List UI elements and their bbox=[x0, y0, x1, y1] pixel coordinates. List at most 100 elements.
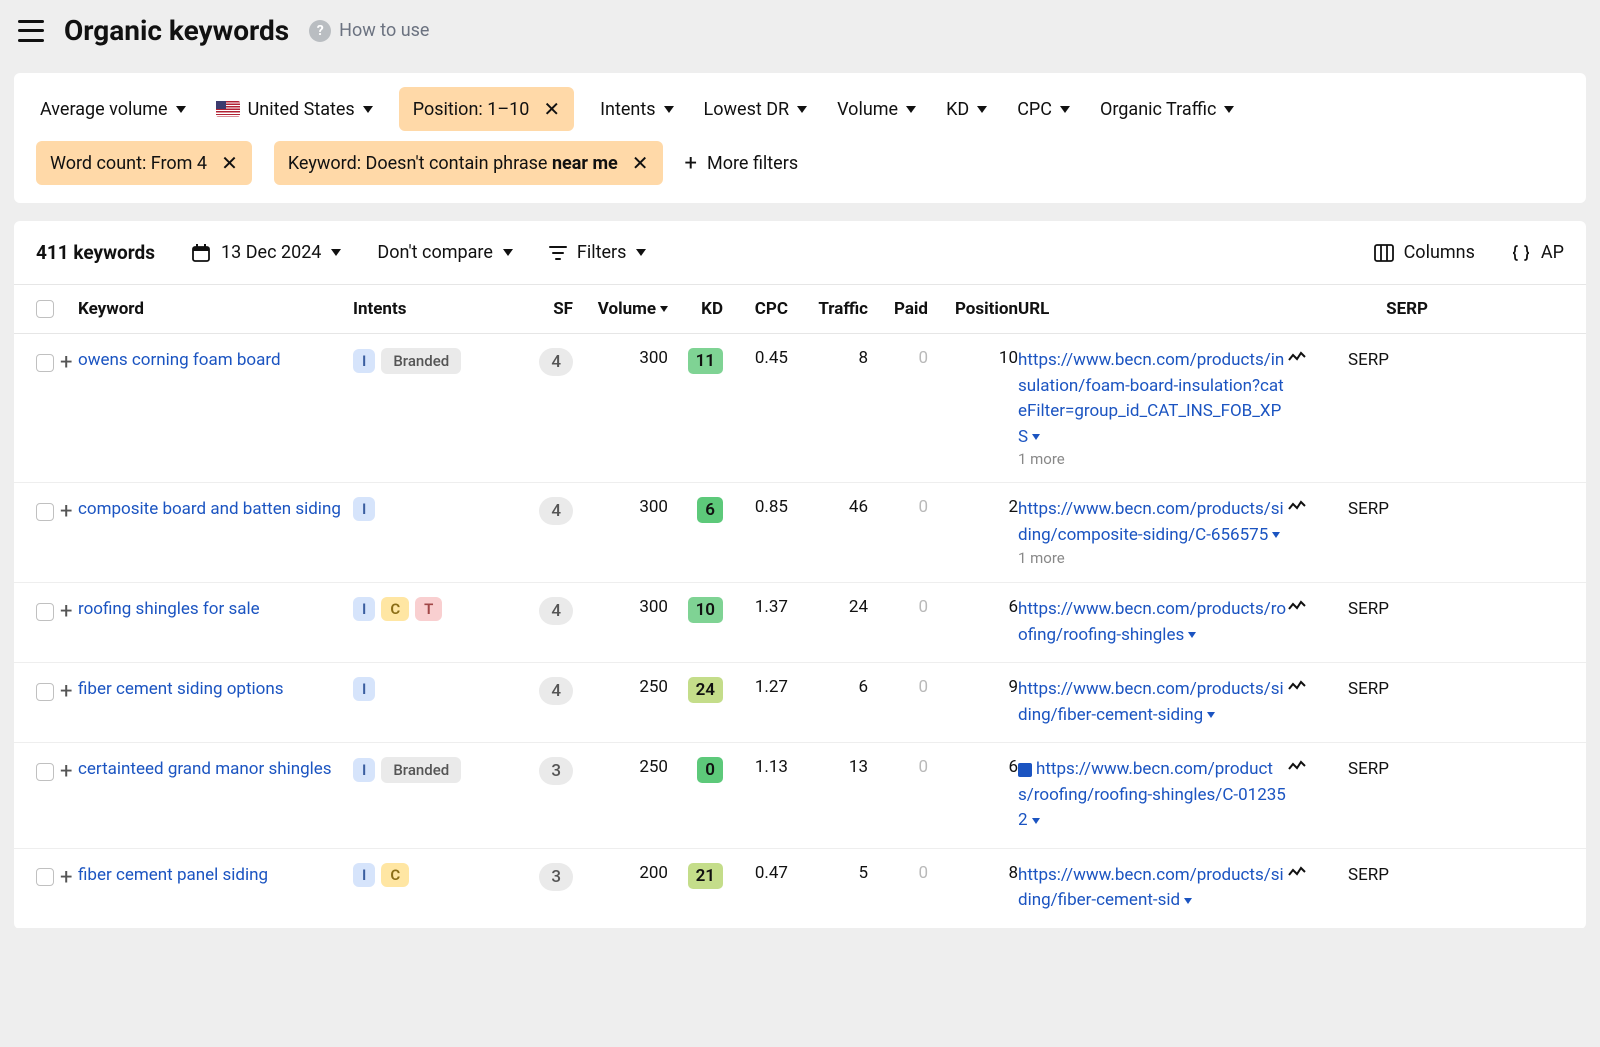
intent-badge-i: I bbox=[353, 597, 375, 621]
cpc-value: 0.85 bbox=[723, 497, 788, 517]
paid-value: 0 bbox=[868, 677, 928, 697]
filters-button[interactable]: Filters bbox=[549, 242, 647, 263]
expand-icon[interactable]: + bbox=[60, 865, 72, 890]
expand-icon[interactable]: + bbox=[60, 499, 72, 524]
table-row: + owens corning foam board IBranded 4 30… bbox=[14, 334, 1586, 483]
more-filters-button[interactable]: + More filters bbox=[685, 151, 799, 176]
trend-button[interactable] bbox=[1288, 677, 1348, 693]
kd-filter[interactable]: KD bbox=[942, 91, 991, 128]
url-cell: https://www.becn.com/products/siding/fib… bbox=[1018, 863, 1288, 914]
lowest-dr-filter[interactable]: Lowest DR bbox=[700, 91, 812, 128]
trend-button[interactable] bbox=[1288, 863, 1348, 879]
table-row: + fiber cement panel siding IC 3 200 21 … bbox=[14, 849, 1586, 929]
intents-filter[interactable]: Intents bbox=[596, 91, 677, 128]
close-icon[interactable]: ✕ bbox=[632, 151, 649, 175]
col-position[interactable]: Position bbox=[928, 299, 1018, 319]
row-checkbox[interactable] bbox=[36, 868, 54, 886]
expand-icon[interactable]: + bbox=[60, 679, 72, 704]
col-keyword[interactable]: Keyword bbox=[78, 299, 353, 319]
col-kd[interactable]: KD bbox=[668, 299, 723, 319]
columns-button[interactable]: Columns bbox=[1374, 242, 1475, 263]
close-icon[interactable]: ✕ bbox=[221, 151, 238, 175]
chevron-down-icon bbox=[176, 106, 186, 113]
branded-badge: Branded bbox=[381, 348, 461, 374]
keyword-link[interactable]: certainteed grand manor shingles bbox=[78, 759, 332, 779]
sf-badge: 4 bbox=[539, 348, 573, 376]
intents-cell: I bbox=[353, 677, 513, 701]
col-sf[interactable]: SF bbox=[513, 299, 573, 319]
keyword-link[interactable]: composite board and batten siding bbox=[78, 499, 341, 519]
flag-us-icon bbox=[216, 101, 240, 117]
url-link[interactable]: https://www.becn.com/products/insulation… bbox=[1018, 350, 1284, 447]
trend-button[interactable] bbox=[1288, 597, 1348, 613]
serp-button[interactable]: SERP bbox=[1348, 863, 1428, 885]
intents-cell: IBranded bbox=[353, 757, 513, 783]
url-dropdown-icon[interactable] bbox=[1272, 532, 1280, 538]
expand-icon[interactable]: + bbox=[60, 759, 72, 784]
url-dropdown-icon[interactable] bbox=[1032, 818, 1040, 824]
serp-button[interactable]: SERP bbox=[1348, 497, 1428, 519]
url-link[interactable]: https://www.becn.com/products/siding/fib… bbox=[1018, 679, 1284, 725]
url-more[interactable]: 1 more bbox=[1018, 450, 1288, 468]
row-checkbox[interactable] bbox=[36, 354, 54, 372]
trend-icon bbox=[1288, 350, 1306, 364]
date-picker[interactable]: 13 Dec 2024 bbox=[191, 242, 341, 263]
howto-link[interactable]: ? How to use bbox=[309, 20, 429, 42]
kd-badge: 21 bbox=[688, 863, 723, 889]
country-filter[interactable]: United States bbox=[212, 91, 377, 128]
volume-filter[interactable]: Volume bbox=[833, 91, 920, 128]
table-row: + roofing shingles for sale ICT 4 300 10… bbox=[14, 583, 1586, 663]
intent-badge-i: I bbox=[353, 497, 375, 521]
intents-cell: IBranded bbox=[353, 348, 513, 374]
traffic-value: 8 bbox=[788, 348, 868, 368]
col-intents[interactable]: Intents bbox=[353, 299, 513, 319]
col-volume[interactable]: Volume bbox=[573, 299, 668, 319]
url-dropdown-icon[interactable] bbox=[1032, 434, 1040, 440]
compare-dropdown[interactable]: Don't compare bbox=[377, 242, 512, 263]
cpc-value: 1.27 bbox=[723, 677, 788, 697]
col-url[interactable]: URL bbox=[1018, 299, 1288, 319]
row-checkbox[interactable] bbox=[36, 763, 54, 781]
serp-button[interactable]: SERP bbox=[1348, 348, 1428, 370]
select-all-checkbox[interactable] bbox=[36, 300, 54, 318]
url-dropdown-icon[interactable] bbox=[1188, 632, 1196, 638]
position-chip[interactable]: Position: 1–10 ✕ bbox=[399, 87, 574, 131]
col-cpc[interactable]: CPC bbox=[723, 299, 788, 319]
url-link[interactable]: https://www.becn.com/products/roofing/ro… bbox=[1018, 599, 1286, 645]
url-link[interactable]: https://www.becn.com/products/roofing/ro… bbox=[1018, 759, 1286, 830]
trend-button[interactable] bbox=[1288, 497, 1348, 513]
wordcount-chip[interactable]: Word count: From 4 ✕ bbox=[36, 141, 252, 185]
expand-icon[interactable]: + bbox=[60, 350, 72, 375]
cpc-filter[interactable]: CPC bbox=[1013, 91, 1074, 128]
intents-cell: IC bbox=[353, 863, 513, 887]
col-paid[interactable]: Paid bbox=[868, 299, 928, 319]
row-checkbox[interactable] bbox=[36, 503, 54, 521]
col-traffic[interactable]: Traffic bbox=[788, 299, 868, 319]
serp-button[interactable]: SERP bbox=[1348, 597, 1428, 619]
url-dropdown-icon[interactable] bbox=[1184, 898, 1192, 904]
organic-traffic-filter[interactable]: Organic Traffic bbox=[1096, 91, 1238, 128]
chevron-down-icon bbox=[636, 249, 646, 256]
menu-icon[interactable] bbox=[18, 20, 44, 42]
expand-icon[interactable]: + bbox=[60, 599, 72, 624]
avg-volume-filter[interactable]: Average volume bbox=[36, 91, 190, 128]
position-value: 10 bbox=[928, 348, 1018, 368]
keyword-link[interactable]: fiber cement siding options bbox=[78, 679, 284, 699]
url-dropdown-icon[interactable] bbox=[1207, 712, 1215, 718]
keyword-link[interactable]: fiber cement panel siding bbox=[78, 865, 268, 885]
keyword-chip[interactable]: Keyword: Doesn't contain phrase near me … bbox=[274, 141, 663, 185]
serp-button[interactable]: SERP bbox=[1348, 757, 1428, 779]
keyword-link[interactable]: owens corning foam board bbox=[78, 350, 281, 370]
row-checkbox[interactable] bbox=[36, 683, 54, 701]
trend-button[interactable] bbox=[1288, 348, 1348, 364]
url-link[interactable]: https://www.becn.com/products/siding/com… bbox=[1018, 499, 1284, 545]
api-button[interactable]: AP bbox=[1511, 242, 1564, 263]
row-checkbox[interactable] bbox=[36, 603, 54, 621]
close-icon[interactable]: ✕ bbox=[543, 97, 560, 121]
keyword-link[interactable]: roofing shingles for sale bbox=[78, 599, 260, 619]
url-link[interactable]: https://www.becn.com/products/siding/fib… bbox=[1018, 865, 1284, 911]
serp-button[interactable]: SERP bbox=[1348, 677, 1428, 699]
trend-button[interactable] bbox=[1288, 757, 1348, 773]
url-more[interactable]: 1 more bbox=[1018, 549, 1065, 567]
intent-badge-t: T bbox=[415, 597, 442, 621]
